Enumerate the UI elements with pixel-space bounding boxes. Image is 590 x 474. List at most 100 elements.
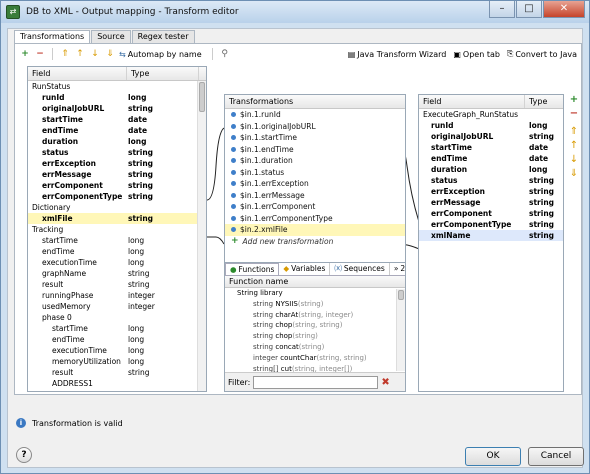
field-row[interactable]: phase 0: [28, 312, 206, 323]
field-row[interactable]: endTime date: [419, 153, 563, 164]
output-type-column-header[interactable]: Type: [525, 95, 563, 108]
ok-button[interactable]: OK: [465, 447, 521, 466]
move-top-icon[interactable]: ⇑: [59, 48, 71, 60]
input-scroll-thumb[interactable]: [199, 82, 205, 112]
field-column-header[interactable]: Field: [28, 67, 127, 80]
input-scrollbar[interactable]: [197, 81, 206, 391]
function-item[interactable]: string concat(string): [225, 342, 405, 353]
function-item[interactable]: string NYSIIS(string): [225, 299, 405, 310]
tab-regex-tester[interactable]: Regex tester: [131, 30, 195, 43]
field-row[interactable]: endTime long: [28, 334, 206, 345]
field-row[interactable]: errComponent string: [28, 180, 206, 191]
field-row[interactable]: status string: [28, 147, 206, 158]
move-bottom-icon[interactable]: ⇓: [104, 48, 116, 60]
field-row[interactable]: errComponentType string: [419, 219, 563, 230]
output-add-icon[interactable]: +: [568, 94, 580, 106]
tab-functions[interactable]: ● Functions: [225, 263, 280, 275]
field-row[interactable]: duration long: [419, 164, 563, 175]
transformation-item[interactable]: $in.1.errComponent: [225, 201, 405, 213]
field-row[interactable]: Dictionary: [28, 202, 206, 213]
java-wizard-button[interactable]: ▤ Java Transform Wizard: [348, 50, 447, 59]
move-down-icon[interactable]: ↓: [89, 48, 101, 60]
open-tab-button[interactable]: ▣ Open tab: [453, 50, 500, 59]
transformation-item[interactable]: $in.1.status: [225, 167, 405, 179]
remove-icon[interactable]: −: [34, 48, 46, 60]
close-button[interactable]: ✕: [543, 1, 585, 18]
help-button[interactable]: ?: [16, 447, 32, 463]
field-row[interactable]: errException string: [28, 158, 206, 169]
field-row[interactable]: startTime long: [28, 235, 206, 246]
field-row[interactable]: RunStatus: [28, 81, 206, 92]
field-row[interactable]: result string: [28, 279, 206, 290]
field-row[interactable]: namestring: [28, 389, 206, 391]
field-row[interactable]: errMessage string: [28, 169, 206, 180]
field-row[interactable]: endTime long: [28, 246, 206, 257]
move-up-icon[interactable]: ↑: [74, 48, 86, 60]
output-move-top-icon[interactable]: ⇑: [568, 126, 580, 138]
link-icon[interactable]: ⚲: [219, 48, 231, 60]
output-move-down-icon[interactable]: ↓: [568, 154, 580, 166]
field-row[interactable]: runId long: [419, 120, 563, 131]
field-row[interactable]: xmlName string: [419, 230, 563, 241]
minimize-button[interactable]: –: [489, 1, 515, 18]
type-column-header[interactable]: Type: [127, 67, 199, 80]
output-field-column-header[interactable]: Field: [419, 95, 525, 108]
cancel-button[interactable]: Cancel: [528, 447, 584, 466]
add-transformation-link[interactable]: + Add new transformation: [225, 236, 405, 248]
field-row[interactable]: originalJobURL string: [28, 103, 206, 114]
field-row[interactable]: xmlFile string: [28, 213, 206, 224]
tab-transformations[interactable]: Transformations: [14, 30, 91, 44]
field-row[interactable]: executionTime long: [28, 257, 206, 268]
function-item[interactable]: integer countChar(string, string): [225, 353, 405, 364]
field-row[interactable]: executionTime long: [28, 345, 206, 356]
convert-java-button[interactable]: ⎘ Convert to Java: [507, 49, 577, 59]
field-row[interactable]: errComponent string: [419, 208, 563, 219]
field-row[interactable]: memoryUtilization long: [28, 356, 206, 367]
field-row[interactable]: Tracking: [28, 224, 206, 235]
transformation-item[interactable]: $in.1.startTime: [225, 132, 405, 144]
transformation-item[interactable]: $in.1.errComponentType: [225, 213, 405, 225]
field-row[interactable]: graphName string: [28, 268, 206, 279]
field-row[interactable]: usedMemory integer: [28, 301, 206, 312]
function-item[interactable]: string charAt(string, integer): [225, 310, 405, 321]
field-row[interactable]: duration long: [28, 136, 206, 147]
filter-input[interactable]: [253, 375, 379, 389]
transformation-item[interactable]: $in.1.errException: [225, 178, 405, 190]
field-row[interactable]: startTime long: [28, 323, 206, 334]
function-scrollbar[interactable]: [396, 289, 405, 371]
tab-sequences[interactable]: ⒳ Sequences: [330, 263, 390, 275]
field-row[interactable]: startTime date: [419, 142, 563, 153]
transformation-item[interactable]: $in.1.duration: [225, 155, 405, 167]
clear-filter-icon[interactable]: ✖: [381, 377, 389, 388]
field-row[interactable]: status string: [419, 175, 563, 186]
string-library-group[interactable]: String library: [225, 288, 405, 299]
output-remove-icon[interactable]: −: [568, 108, 580, 120]
field-row[interactable]: runId long: [28, 92, 206, 103]
field-row[interactable]: errComponentType string: [28, 191, 206, 202]
more-tabs-button[interactable]: » 2: [390, 263, 405, 275]
function-item[interactable]: string chop(string, string): [225, 320, 405, 331]
transformation-item[interactable]: $in.2.xmlFile: [225, 224, 405, 236]
output-move-up-icon[interactable]: ↑: [568, 140, 580, 152]
function-item[interactable]: string chop(string): [225, 331, 405, 342]
field-row[interactable]: errException string: [419, 186, 563, 197]
field-row[interactable]: ADDRESS1: [28, 378, 206, 389]
transformation-item[interactable]: $in.1.endTime: [225, 144, 405, 156]
tab-source[interactable]: Source: [91, 30, 131, 43]
transformation-item[interactable]: $in.1.originalJobURL: [225, 121, 405, 133]
automap-button[interactable]: ⇆ Automap by name: [119, 50, 202, 59]
title-bar[interactable]: ⇄ DB to XML - Output mapping - Transform…: [1, 1, 589, 23]
field-row[interactable]: result string: [28, 367, 206, 378]
function-scroll-thumb[interactable]: [398, 290, 404, 300]
output-move-bottom-icon[interactable]: ⇓: [568, 168, 580, 180]
tab-variables[interactable]: ◆ Variables: [279, 263, 331, 275]
field-row[interactable]: errMessage string: [419, 197, 563, 208]
transformation-item[interactable]: $in.1.errMessage: [225, 190, 405, 202]
add-icon[interactable]: +: [19, 48, 31, 60]
field-row[interactable]: ExecuteGraph_RunStatus: [419, 109, 563, 120]
transformation-item[interactable]: $in.1.runId: [225, 109, 405, 121]
field-row[interactable]: startTime date: [28, 114, 206, 125]
maximize-button[interactable]: □: [516, 1, 542, 18]
field-row[interactable]: runningPhase integer: [28, 290, 206, 301]
field-row[interactable]: endTime date: [28, 125, 206, 136]
